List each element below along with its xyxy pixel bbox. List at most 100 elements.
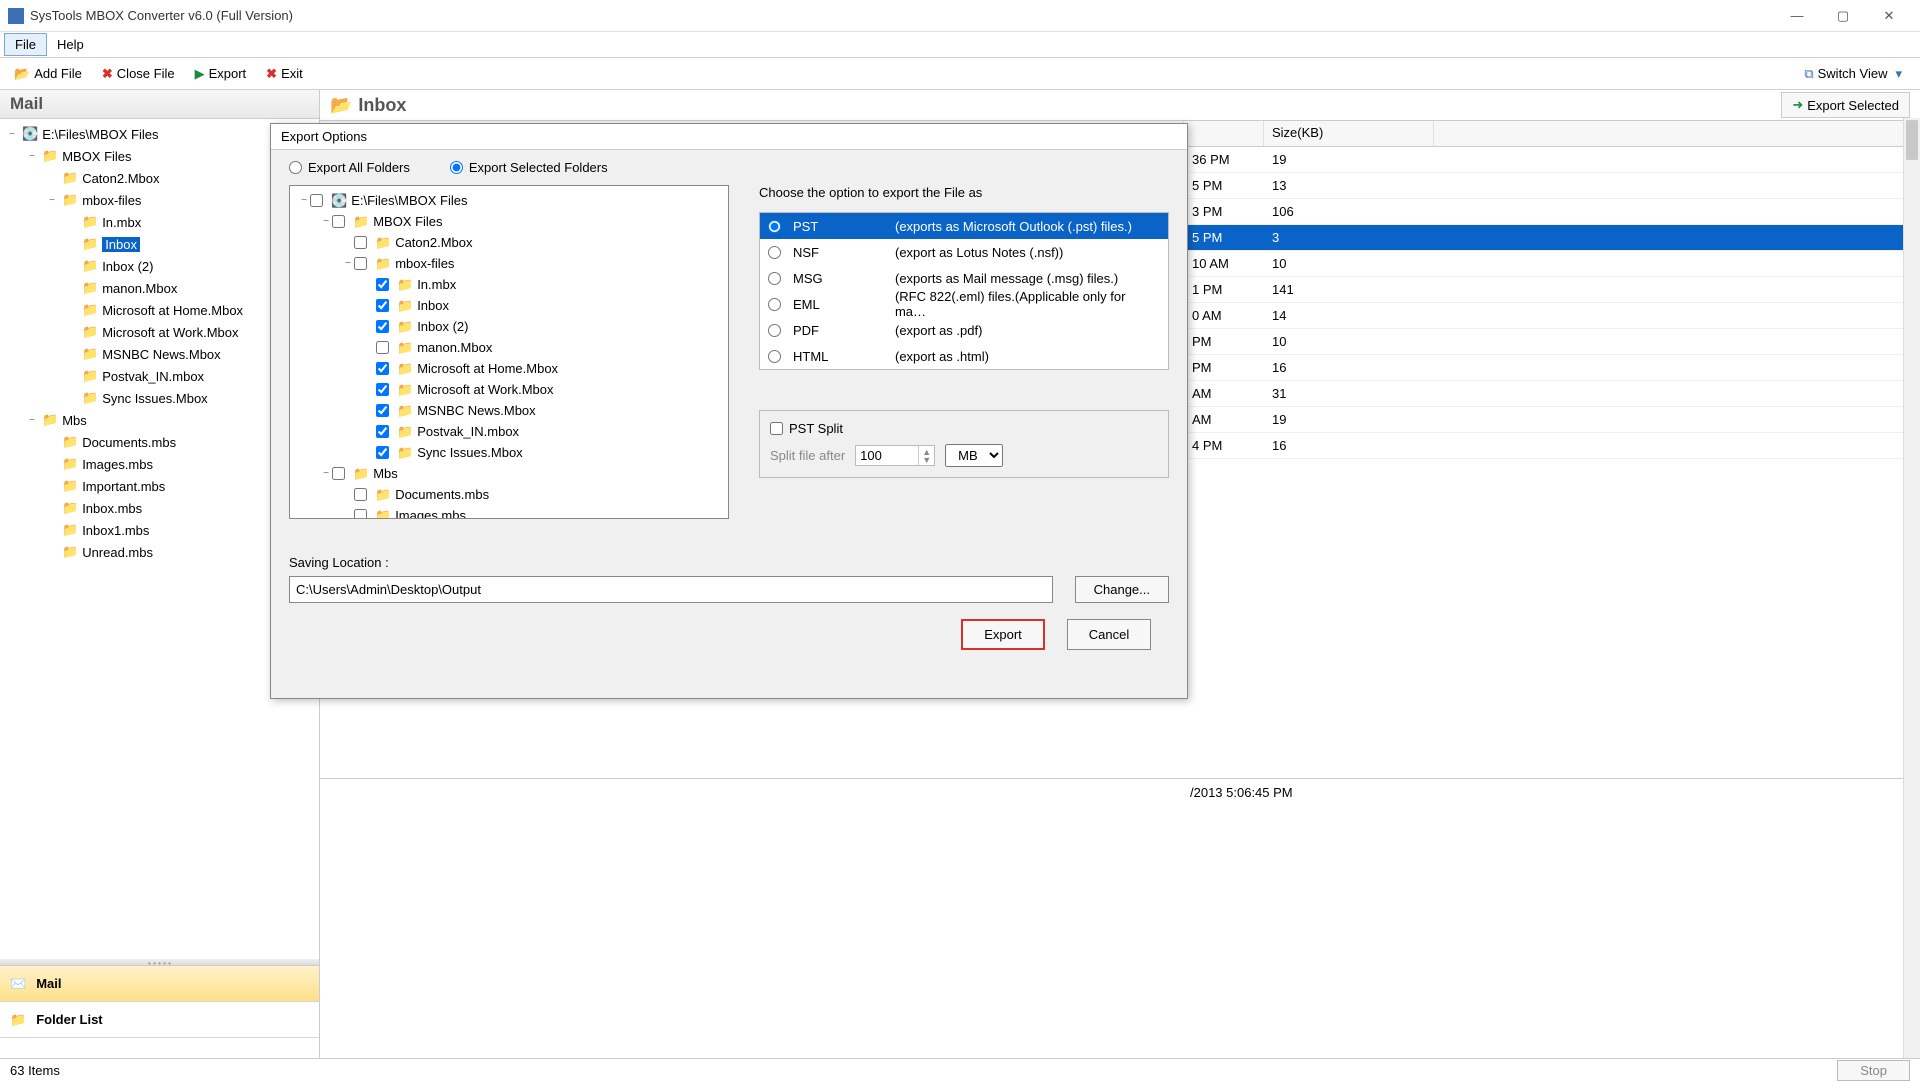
tree-checkbox[interactable] [332, 467, 345, 480]
add-file-button[interactable]: 📂Add File [6, 63, 90, 85]
format-option-eml[interactable]: EML(RFC 822(.eml) files.(Applicable only… [760, 291, 1168, 317]
spinner-buttons[interactable]: ▲▼ [918, 446, 934, 465]
dialog-tree-item[interactable]: 📁Microsoft at Work.Mbox [294, 379, 724, 400]
format-radio[interactable] [768, 324, 781, 337]
minimize-button[interactable]: — [1774, 1, 1820, 31]
tree-checkbox[interactable] [376, 383, 389, 396]
dialog-tree-item[interactable]: 📁Caton2.Mbox [294, 232, 724, 253]
expander-icon[interactable]: − [298, 195, 310, 206]
tree-item-label: Postvak_IN.mbox [102, 369, 204, 384]
col-time[interactable] [1184, 121, 1264, 146]
format-radio[interactable] [768, 272, 781, 285]
radio-export-selected-input[interactable] [450, 161, 463, 174]
format-radio[interactable] [768, 220, 781, 233]
tree-checkbox[interactable] [376, 278, 389, 291]
expander-icon[interactable]: − [342, 258, 354, 269]
tree-checkbox[interactable] [354, 257, 367, 270]
exit-button[interactable]: ✖Exit [258, 63, 311, 85]
format-option-msg[interactable]: MSG(exports as Mail message (.msg) files… [760, 265, 1168, 291]
cell-size: 16 [1264, 434, 1434, 457]
format-option-nsf[interactable]: NSF(export as Lotus Notes (.nsf)) [760, 239, 1168, 265]
save-path-input[interactable] [289, 576, 1053, 603]
format-option-pst[interactable]: PST(exports as Microsoft Outlook (.pst) … [760, 213, 1168, 239]
radio-export-selected[interactable]: Export Selected Folders [450, 160, 608, 175]
dialog-tree-item[interactable]: 📁Sync Issues.Mbox [294, 442, 724, 463]
expander-icon[interactable]: − [46, 195, 58, 206]
expander-icon[interactable]: − [6, 129, 18, 140]
app-icon [8, 8, 24, 24]
switch-view-button[interactable]: ⧉Switch View▾ [1796, 63, 1910, 85]
tree-checkbox[interactable] [376, 362, 389, 375]
dialog-tree-item[interactable]: −📁MBOX Files [294, 211, 724, 232]
expander-icon[interactable]: − [320, 468, 332, 479]
cell-size: 19 [1264, 408, 1434, 431]
dialog-tree-item[interactable]: 📁Images.mbs [294, 505, 724, 519]
dialog-folder-tree[interactable]: −💽E:\Files\MBOX Files−📁MBOX Files📁Caton2… [289, 185, 729, 519]
change-button[interactable]: Change... [1075, 576, 1169, 603]
dialog-tree-item[interactable]: 📁Documents.mbs [294, 484, 724, 505]
dialog-tree-item[interactable]: 📁Microsoft at Home.Mbox [294, 358, 724, 379]
dialog-tree-item[interactable]: −📁Mbs [294, 463, 724, 484]
tree-checkbox[interactable] [354, 236, 367, 249]
tree-checkbox[interactable] [354, 488, 367, 501]
dialog-tree-item[interactable]: 📁manon.Mbox [294, 337, 724, 358]
tree-item-label: Images.mbs [395, 508, 466, 519]
dialog-tree-item[interactable]: 📁MSNBC News.Mbox [294, 400, 724, 421]
expander-icon[interactable]: − [26, 151, 38, 162]
format-key: PST [793, 219, 883, 234]
col-size[interactable]: Size(KB) [1264, 121, 1434, 146]
dialog-tree-item[interactable]: 📁Inbox [294, 295, 724, 316]
format-option-pdf[interactable]: PDF(export as .pdf) [760, 317, 1168, 343]
export-selected-button[interactable]: ➜Export Selected [1781, 92, 1910, 118]
pst-split-checkbox[interactable]: PST Split [770, 421, 1158, 436]
expander-icon[interactable]: − [26, 415, 38, 426]
export-button[interactable]: ▶Export [187, 63, 255, 85]
vertical-scrollbar[interactable] [1903, 118, 1920, 1058]
dialog-tree-item[interactable]: 📁In.mbx [294, 274, 724, 295]
radio-export-all-input[interactable] [289, 161, 302, 174]
menu-bar: File Help [0, 32, 1920, 58]
close-button[interactable]: ✕ [1866, 1, 1912, 31]
split-unit-select[interactable]: MB [945, 444, 1003, 467]
scroll-thumb[interactable] [1906, 120, 1918, 160]
menu-file[interactable]: File [4, 33, 47, 56]
pst-split-input[interactable] [770, 422, 783, 435]
maximize-button[interactable]: ▢ [1820, 1, 1866, 31]
tree-checkbox[interactable] [354, 509, 367, 519]
dialog-title: Export Options [271, 124, 1187, 150]
dialog-tree-item[interactable]: −📁mbox-files [294, 253, 724, 274]
dialog-tree-item[interactable]: 📁Postvak_IN.mbox [294, 421, 724, 442]
tree-checkbox[interactable] [376, 299, 389, 312]
tree-checkbox[interactable] [376, 425, 389, 438]
radio-export-all[interactable]: Export All Folders [289, 160, 410, 175]
split-value-input[interactable] [856, 446, 918, 465]
cell-size: 14 [1264, 304, 1434, 327]
format-radio[interactable] [768, 298, 781, 311]
expander-icon[interactable]: − [320, 216, 332, 227]
dialog-tree-item[interactable]: 📁Inbox (2) [294, 316, 724, 337]
dialog-export-button[interactable]: Export [961, 619, 1045, 650]
nav-folder-list[interactable]: 📁Folder List [0, 1002, 319, 1038]
cell-size: 3 [1264, 226, 1434, 249]
tree-checkbox[interactable] [376, 446, 389, 459]
dialog-cancel-button[interactable]: Cancel [1067, 619, 1151, 650]
format-option-html[interactable]: HTML(export as .html) [760, 343, 1168, 369]
folder-icon: 📁 [62, 434, 78, 450]
tree-item-label: Sync Issues.Mbox [102, 391, 208, 406]
tree-checkbox[interactable] [376, 320, 389, 333]
tree-checkbox[interactable] [376, 341, 389, 354]
tree-item-label: Postvak_IN.mbox [417, 424, 519, 439]
tree-item-label: mbox-files [395, 256, 454, 271]
format-radio[interactable] [768, 246, 781, 259]
tree-item-label: Microsoft at Home.Mbox [102, 303, 243, 318]
format-radio[interactable] [768, 350, 781, 363]
format-key: NSF [793, 245, 883, 260]
menu-help[interactable]: Help [47, 34, 94, 55]
close-file-button[interactable]: ✖Close File [94, 63, 183, 85]
stop-button[interactable]: Stop [1837, 1060, 1910, 1081]
dialog-tree-item[interactable]: −💽E:\Files\MBOX Files [294, 190, 724, 211]
tree-checkbox[interactable] [332, 215, 345, 228]
nav-mail[interactable]: ✉️Mail [0, 966, 319, 1002]
tree-checkbox[interactable] [376, 404, 389, 417]
tree-checkbox[interactable] [310, 194, 323, 207]
